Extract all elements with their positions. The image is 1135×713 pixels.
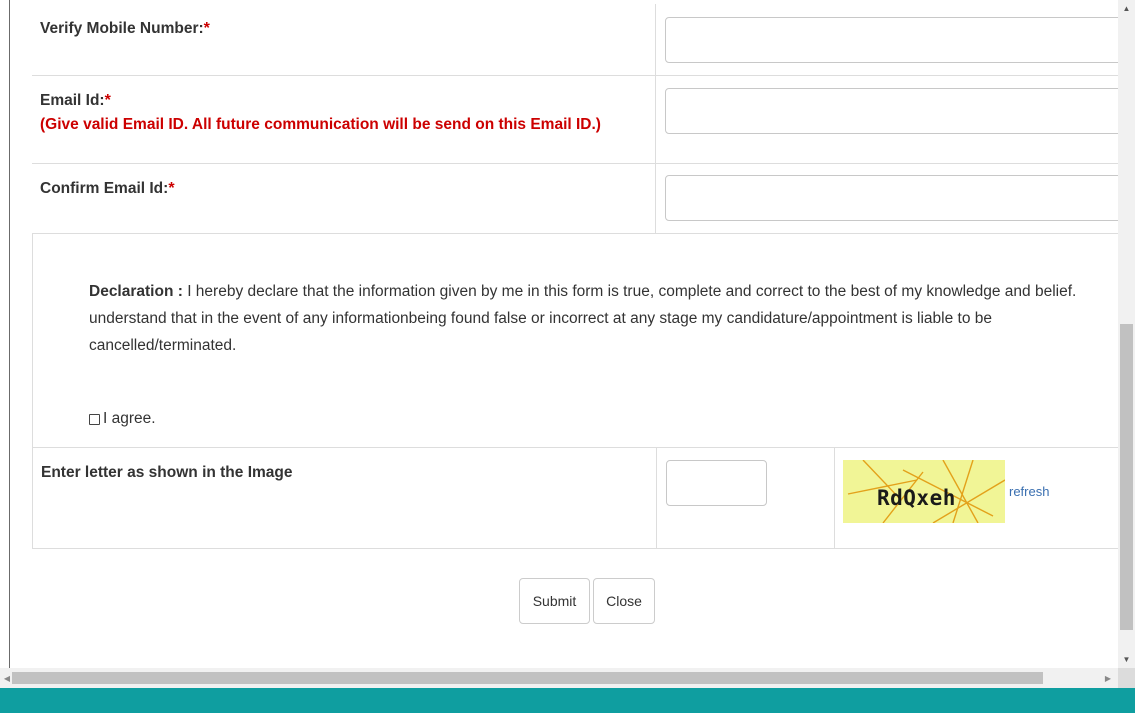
required-mark: * [168,180,175,197]
confirm-email-label-cell: Confirm Email Id:* [32,164,656,233]
declaration-section: Declaration : I hereby declare that the … [32,234,1118,448]
verify-mobile-label-cell: Verify Mobile Number:* [32,4,656,75]
captcha-label: Enter letter as shown in the Image [41,464,293,481]
captcha-label-cell: Enter letter as shown in the Image [33,448,657,548]
horizontal-scroll-thumb[interactable] [12,672,1043,684]
vertical-scroll-thumb[interactable] [1120,324,1133,630]
email-input-cell [656,76,1118,163]
page-viewport: Verify Mobile Number:* Email Id:* (Give … [0,0,1118,668]
email-label-cell: Email Id:* (Give valid Email ID. All fut… [32,76,656,163]
captcha-text: RdQxeh [877,486,956,510]
confirm-email-input-cell [656,164,1118,233]
confirm-email-label: Confirm Email Id: [40,180,169,197]
declaration-text-block: Declaration : I hereby declare that the … [89,278,1118,359]
agree-label: I agree. [103,410,156,427]
verify-mobile-label: Verify Mobile Number: [40,20,204,37]
confirm-email-input[interactable] [665,175,1118,221]
horizontal-scrollbar[interactable]: ◀ ▶ [0,668,1118,688]
submit-button[interactable]: Submit [519,578,590,624]
scroll-down-arrow-icon[interactable]: ▼ [1118,651,1135,668]
close-button[interactable]: Close [593,578,655,624]
scrollbar-corner [1118,668,1135,688]
captcha-input[interactable] [666,460,767,506]
declaration-text: I hereby declare that the information gi… [89,283,1077,354]
required-mark: * [203,20,210,37]
agree-checkbox-label[interactable]: I agree. [89,410,156,428]
captcha-image: RdQxeh [843,460,1005,523]
captcha-refresh-link[interactable]: refresh [1009,484,1049,499]
scroll-up-arrow-icon[interactable]: ▲ [1118,0,1135,17]
email-row: Email Id:* (Give valid Email ID. All fut… [32,76,1118,164]
verify-mobile-row: Verify Mobile Number:* [32,4,1118,76]
frame-border [0,0,10,668]
email-label: Email Id: [40,92,105,109]
captcha-input-cell [657,448,835,548]
vertical-scrollbar[interactable]: ▲ ▼ [1118,0,1135,668]
confirm-email-row: Confirm Email Id:* [32,164,1118,234]
email-input[interactable] [665,88,1118,134]
required-mark: * [104,92,111,109]
footer-bar [0,688,1135,713]
declaration-title: Declaration : [89,283,183,300]
verify-mobile-input[interactable] [665,17,1118,63]
agree-checkbox[interactable] [89,413,100,425]
email-note: (Give valid Email ID. All future communi… [40,116,601,133]
captcha-row: Enter letter as shown in the Image RdQxe… [32,448,1118,549]
verify-mobile-input-cell [656,4,1118,75]
scroll-right-arrow-icon[interactable]: ▶ [1101,668,1115,688]
